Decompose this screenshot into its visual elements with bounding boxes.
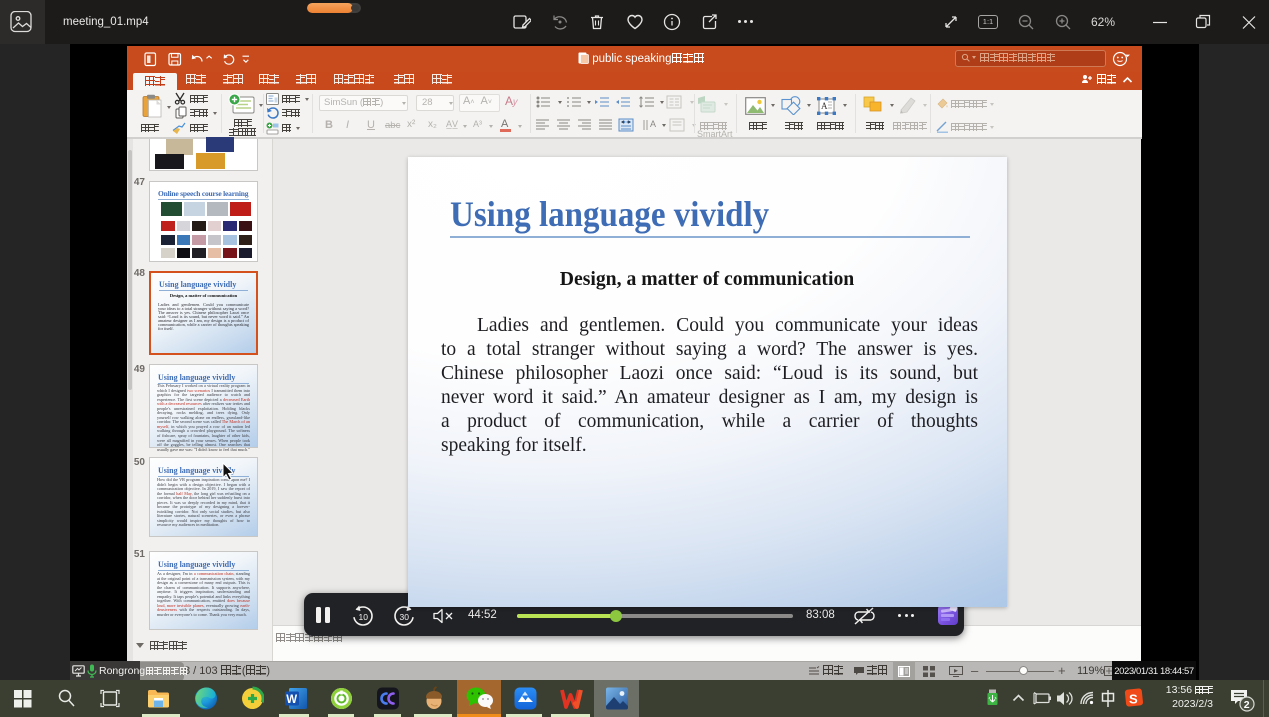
svg-text:A: A (650, 119, 656, 129)
svg-text:A: A (821, 101, 828, 111)
svg-text:W: W (286, 694, 297, 706)
svg-text:30: 30 (400, 612, 410, 622)
svg-text:10: 10 (359, 612, 369, 622)
svg-text:S: S (1129, 692, 1138, 707)
svg-text:2: 2 (1244, 699, 1250, 711)
